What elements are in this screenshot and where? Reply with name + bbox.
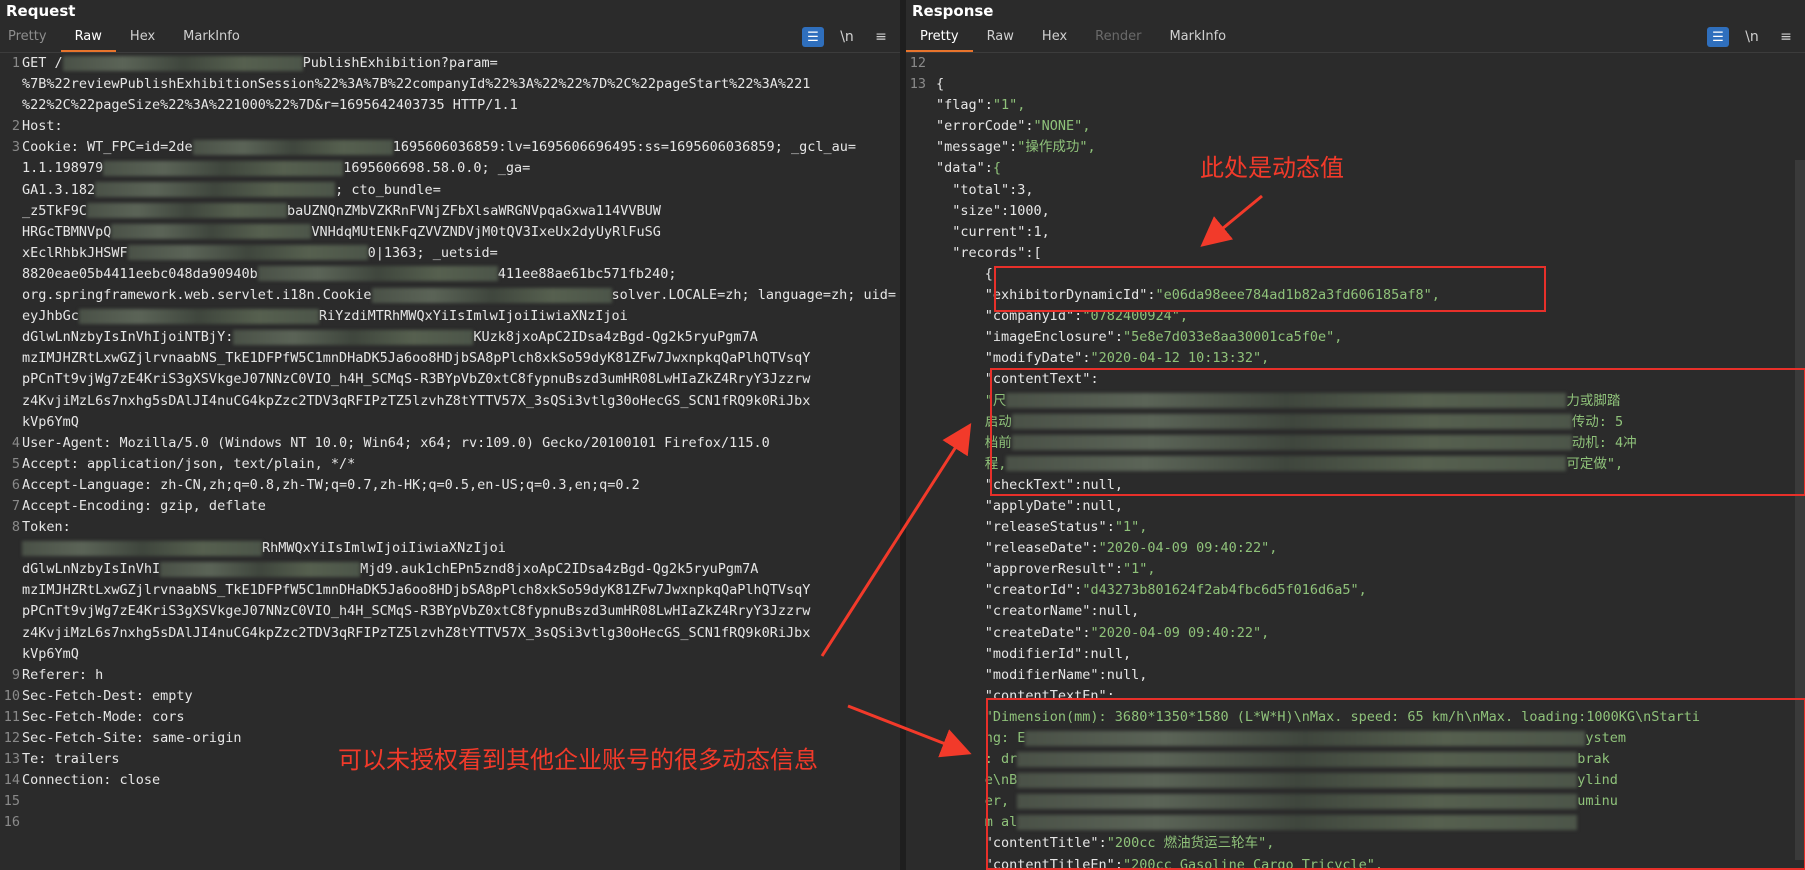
annotation-arrows — [820, 194, 1263, 758]
arrow-to-content-text — [820, 422, 972, 657]
arrow-to-dynamic-id — [1200, 194, 1263, 247]
arrow-to-content-text-en — [847, 704, 972, 758]
